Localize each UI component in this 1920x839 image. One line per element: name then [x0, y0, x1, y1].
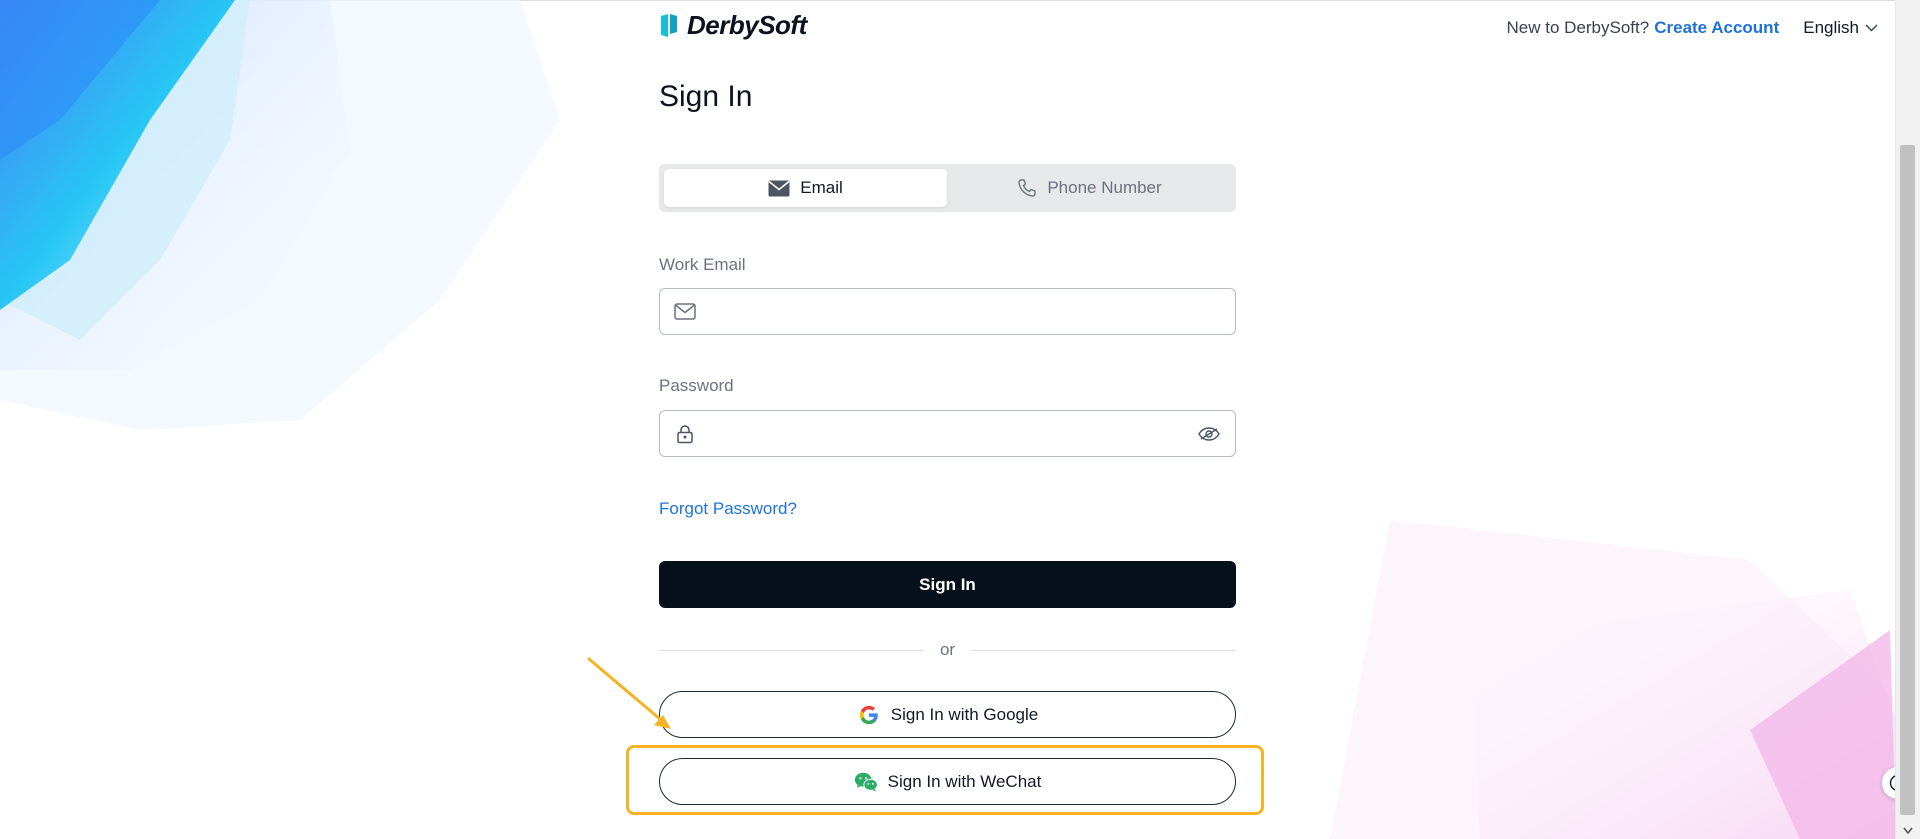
decorative-background-left — [0, 0, 560, 430]
forgot-password-link[interactable]: Forgot Password? — [659, 499, 797, 519]
language-selector[interactable]: English — [1803, 18, 1878, 38]
password-label: Password — [659, 376, 734, 395]
sign-in-with-google-button[interactable]: Sign In with Google — [659, 691, 1236, 738]
lock-icon — [674, 423, 696, 445]
wechat-button-label: Sign In with WeChat — [887, 771, 1042, 791]
email-field[interactable] — [659, 288, 1236, 335]
page-title: Sign In — [659, 80, 753, 113]
or-divider: or — [659, 639, 1236, 661]
envelope-icon — [768, 180, 790, 196]
password-field[interactable] — [659, 410, 1236, 457]
sign-in-page: DerbySoft New to DerbySoft? Create Accou… — [0, 0, 1920, 839]
page-scrollbar[interactable] — [1895, 0, 1920, 839]
brand-name: DerbySoft — [687, 10, 807, 40]
tab-email[interactable]: Email — [664, 169, 947, 207]
password-input[interactable] — [696, 413, 1197, 454]
divider-line-left — [659, 649, 924, 651]
new-to-text: New to DerbySoft? — [1506, 18, 1650, 37]
header-actions: New to DerbySoft? Create Account English — [1507, 18, 1878, 38]
tab-phone-number[interactable]: Phone Number — [948, 169, 1231, 207]
mail-icon — [674, 301, 696, 323]
create-account-link[interactable]: Create Account — [1654, 18, 1779, 38]
scroll-down-arrow-icon[interactable] — [1896, 821, 1920, 839]
divider-line-right — [971, 649, 1236, 651]
google-icon — [857, 703, 881, 727]
email-label: Work Email — [659, 255, 746, 274]
google-button-label: Sign In with Google — [890, 704, 1039, 724]
email-input[interactable] — [696, 291, 1235, 332]
wechat-icon — [854, 770, 878, 794]
scrollbar-thumb[interactable] — [1900, 145, 1915, 815]
brand-logo[interactable]: DerbySoft — [659, 10, 807, 41]
tab-phone-label: Phone Number — [1047, 178, 1162, 197]
language-label: English — [1803, 18, 1859, 37]
phone-icon — [1018, 179, 1037, 197]
sign-in-with-wechat-button[interactable]: Sign In with WeChat — [659, 758, 1236, 805]
decorative-background-right — [1330, 520, 1896, 839]
divider-text: or — [939, 640, 956, 659]
chevron-down-icon — [1865, 24, 1878, 32]
sign-in-method-tabs: Email Phone Number — [659, 164, 1236, 212]
toggle-password-visibility-icon[interactable] — [1197, 422, 1221, 446]
top-border — [0, 0, 1896, 1]
tab-email-label: Email — [800, 178, 843, 197]
logo-mark-icon — [661, 14, 677, 37]
sign-in-button[interactable]: Sign In — [659, 561, 1236, 608]
